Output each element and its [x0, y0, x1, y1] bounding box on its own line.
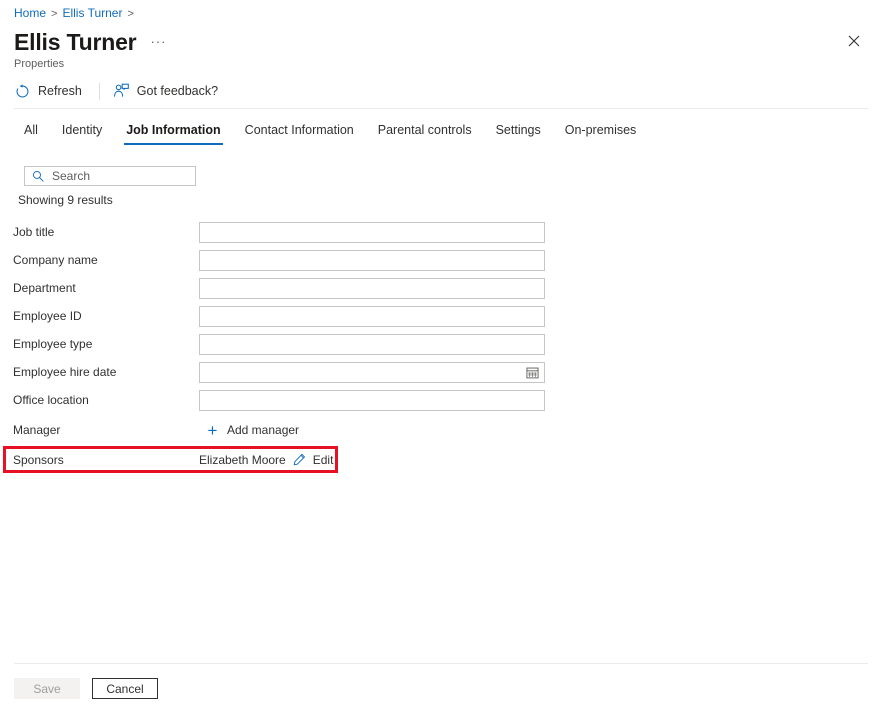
company-name-field[interactable] — [199, 250, 545, 271]
office-location-input[interactable] — [205, 393, 539, 407]
refresh-icon — [14, 83, 31, 100]
got-feedback-label: Got feedback? — [137, 84, 218, 98]
more-options-button[interactable]: ··· — [150, 34, 166, 49]
field-label: Company name — [0, 253, 199, 267]
add-manager-button[interactable]: + Add manager — [199, 422, 299, 439]
properties-form: Job title Company name Department Employ… — [0, 218, 881, 476]
search-icon — [31, 170, 44, 183]
field-row-manager: Manager + Add manager — [0, 414, 881, 446]
toolbar-divider — [14, 108, 868, 109]
field-label: Office location — [0, 393, 199, 407]
footer-divider — [14, 663, 868, 664]
field-label: Manager — [0, 423, 199, 437]
tab-all[interactable]: All — [12, 119, 50, 147]
sponsors-edit-button[interactable]: Edit — [313, 453, 334, 467]
job-title-input[interactable] — [205, 225, 539, 239]
employee-id-field[interactable] — [199, 306, 545, 327]
field-label: Employee type — [0, 337, 199, 351]
add-manager-label: Add manager — [227, 423, 299, 437]
pencil-icon[interactable] — [293, 453, 307, 467]
employee-hire-date-field[interactable] — [199, 362, 545, 383]
footer-actions: Save Cancel — [14, 678, 158, 699]
employee-type-field[interactable] — [199, 334, 545, 355]
field-label: Department — [0, 281, 199, 295]
field-row-department: Department — [0, 274, 881, 302]
field-label: Job title — [0, 225, 199, 239]
close-icon[interactable] — [843, 30, 865, 52]
feedback-person-icon — [113, 83, 130, 100]
employee-type-input[interactable] — [205, 337, 539, 351]
breadcrumb-separator: > — [127, 8, 133, 20]
search-input[interactable] — [52, 169, 189, 183]
got-feedback-button[interactable]: Got feedback? — [113, 79, 222, 103]
tab-parental-controls[interactable]: Parental controls — [366, 119, 484, 147]
breadcrumb-separator: > — [51, 8, 57, 20]
field-row-employee-hire-date: Employee hire date — [0, 358, 881, 386]
cancel-button[interactable]: Cancel — [92, 678, 158, 699]
tab-settings[interactable]: Settings — [484, 119, 553, 147]
field-row-company-name: Company name — [0, 246, 881, 274]
refresh-button[interactable]: Refresh — [14, 79, 86, 103]
field-row-sponsors: Sponsors Elizabeth Moore Edit — [0, 446, 881, 476]
plus-icon: + — [206, 422, 219, 439]
refresh-label: Refresh — [38, 84, 82, 98]
breadcrumb-item-ellis-turner[interactable]: Ellis Turner — [62, 6, 122, 20]
save-button[interactable]: Save — [14, 678, 80, 699]
page-subtitle: Properties — [14, 57, 64, 71]
tab-contact-information[interactable]: Contact Information — [233, 119, 366, 147]
results-count: Showing 9 results — [18, 193, 113, 207]
office-location-field[interactable] — [199, 390, 545, 411]
tab-identity[interactable]: Identity — [50, 119, 114, 147]
breadcrumb-item-home[interactable]: Home — [14, 6, 46, 20]
page-title: Ellis Turner — [14, 28, 136, 56]
page-title-row: Ellis Turner ··· — [14, 28, 166, 56]
job-title-field[interactable] — [199, 222, 545, 243]
field-label: Employee ID — [0, 309, 199, 323]
company-name-input[interactable] — [205, 253, 539, 267]
department-input[interactable] — [205, 281, 539, 295]
tab-job-information[interactable]: Job Information — [114, 119, 232, 147]
field-label: Employee hire date — [0, 365, 199, 379]
field-label: Sponsors — [0, 453, 199, 467]
department-field[interactable] — [199, 278, 545, 299]
command-bar-divider — [99, 83, 100, 100]
employee-id-input[interactable] — [205, 309, 539, 323]
field-row-office-location: Office location — [0, 386, 881, 414]
sponsors-value-group: Elizabeth Moore Edit — [199, 453, 333, 467]
field-row-employee-type: Employee type — [0, 330, 881, 358]
field-row-employee-id: Employee ID — [0, 302, 881, 330]
field-row-job-title: Job title — [0, 218, 881, 246]
employee-hire-date-input[interactable] — [205, 365, 525, 379]
command-bar: Refresh Got feedback? — [14, 79, 222, 103]
tab-on-premises[interactable]: On-premises — [553, 119, 649, 147]
tab-list: All Identity Job Information Contact Inf… — [12, 119, 648, 147]
sponsors-value: Elizabeth Moore — [199, 453, 286, 467]
calendar-icon[interactable] — [525, 365, 539, 379]
breadcrumb: Home > Ellis Turner > — [14, 5, 139, 22]
search-box[interactable] — [24, 166, 196, 186]
